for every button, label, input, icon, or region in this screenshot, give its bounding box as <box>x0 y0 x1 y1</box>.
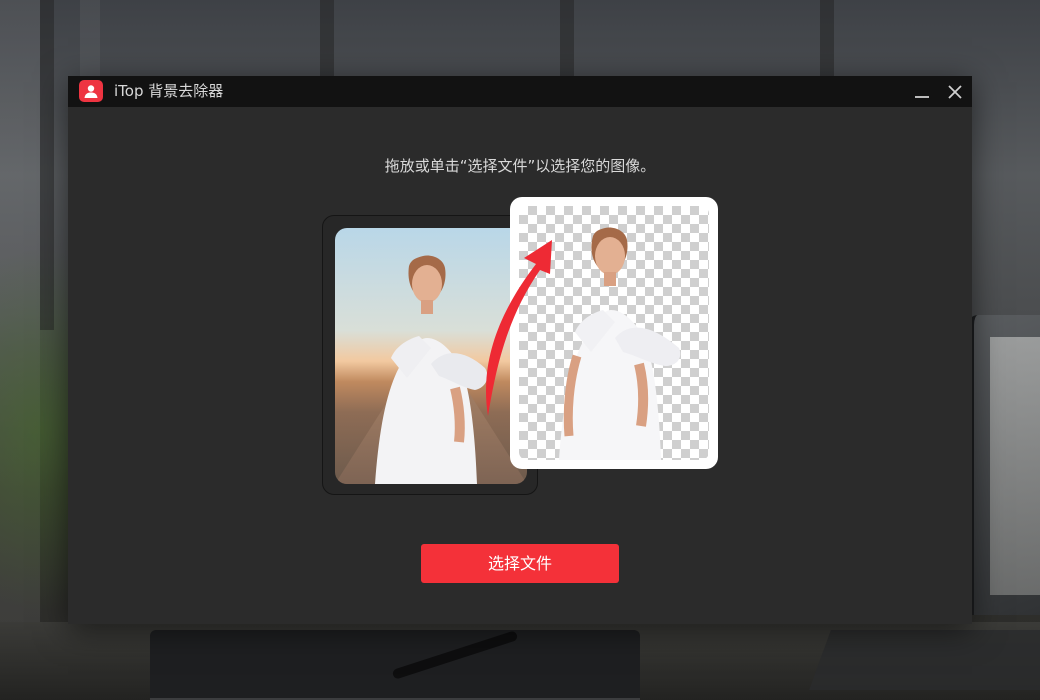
curved-arrow-icon <box>486 240 552 416</box>
user-icon <box>79 80 103 102</box>
background-laptop-screen <box>990 337 1040 595</box>
app-window: iTop 背景去除器 拖放或单击“选择文件”以选择您的图像。 选择文件 <box>68 76 972 624</box>
minimize-icon <box>915 96 929 98</box>
background-window-frame <box>40 0 54 330</box>
drop-instruction: 拖放或单击“选择文件”以选择您的图像。 <box>384 157 656 175</box>
window-title: iTop 背景去除器 <box>114 82 224 100</box>
select-file-button[interactable]: 选择文件 <box>421 544 619 583</box>
background-laptop <box>968 315 1040 615</box>
background-notebook <box>150 630 640 700</box>
close-button[interactable] <box>943 80 967 104</box>
close-icon <box>948 85 962 99</box>
title-bar[interactable]: iTop 背景去除器 <box>68 76 972 107</box>
minimize-button[interactable] <box>910 80 934 104</box>
background-keyboard <box>809 630 1040 690</box>
